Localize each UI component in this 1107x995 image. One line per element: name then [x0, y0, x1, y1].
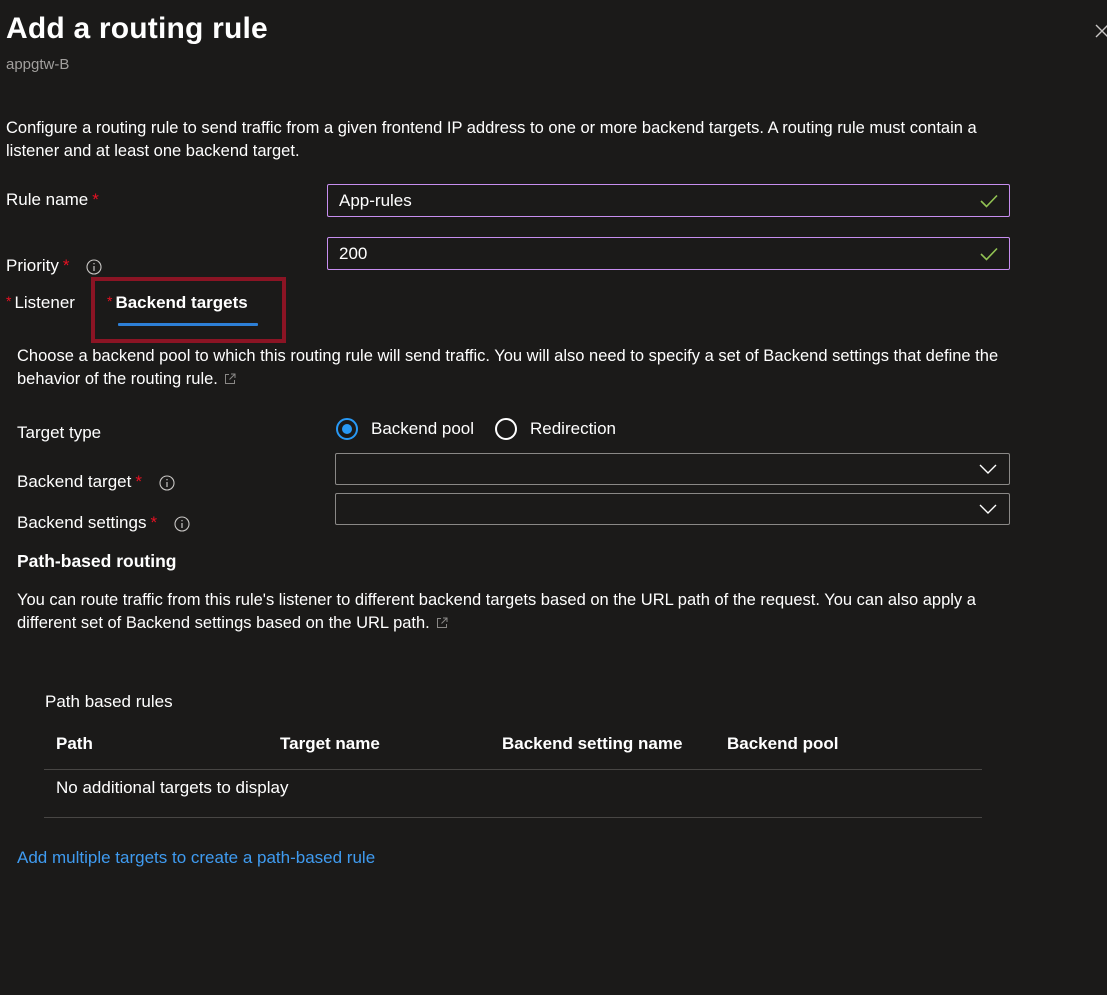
required-asterisk: *: [6, 293, 12, 309]
radio-redirection[interactable]: Redirection: [495, 418, 616, 440]
intro-description: Configure a routing rule to send traffic…: [6, 119, 977, 160]
backend-settings-dropdown[interactable]: [335, 493, 1010, 525]
rule-name-input[interactable]: App-rules: [327, 184, 1010, 217]
page-subtitle: appgtw-B: [6, 56, 70, 73]
column-header-backend-pool: Backend pool: [727, 734, 839, 753]
radio-backend-pool[interactable]: Backend pool: [336, 418, 474, 440]
table-divider: [44, 769, 982, 770]
page-title: Add a routing rule: [6, 12, 268, 45]
tab-listener[interactable]: * Listener: [6, 293, 75, 313]
required-asterisk: *: [150, 513, 158, 532]
chevron-down-icon: [979, 504, 997, 514]
info-icon[interactable]: [174, 515, 190, 532]
radio-unselected-indicator[interactable]: [495, 418, 517, 440]
info-icon[interactable]: [86, 258, 102, 275]
table-empty-message: No additional targets to display: [56, 778, 289, 797]
backend-description: Choose a backend pool to which this rout…: [17, 347, 999, 388]
priority-label: Priority *: [6, 256, 102, 276]
path-routing-heading: Path-based routing: [17, 551, 177, 571]
rule-name-label: Rule name *: [6, 190, 99, 209]
required-asterisk: *: [135, 472, 142, 491]
backend-settings-label: Backend settings *: [17, 513, 190, 533]
radio-selected-indicator[interactable]: [336, 418, 358, 440]
selected-tab-indicator: [118, 323, 258, 326]
checkmark-icon: [980, 194, 998, 208]
column-header-target-name: Target name: [280, 734, 380, 753]
required-asterisk: *: [107, 293, 113, 309]
backend-target-label: Backend target *: [17, 472, 175, 492]
external-link-icon[interactable]: [224, 373, 236, 385]
table-divider: [44, 817, 982, 818]
rule-name-value[interactable]: App-rules: [339, 191, 980, 211]
path-routing-description: You can route traffic from this rule's l…: [17, 591, 976, 632]
required-asterisk: *: [62, 256, 70, 275]
external-link-icon[interactable]: [436, 617, 448, 629]
path-rules-title: Path based rules: [45, 692, 173, 711]
info-icon[interactable]: [159, 474, 175, 491]
column-header-backend-setting-name: Backend setting name: [502, 734, 683, 753]
close-icon[interactable]: [1094, 22, 1107, 40]
add-multiple-targets-link[interactable]: Add multiple targets to create a path-ba…: [17, 848, 375, 868]
column-header-path: Path: [56, 734, 93, 753]
chevron-down-icon: [979, 464, 997, 474]
priority-input[interactable]: 200: [327, 237, 1010, 270]
priority-value[interactable]: 200: [339, 244, 980, 264]
target-type-label: Target type: [17, 423, 102, 442]
required-asterisk: *: [92, 190, 99, 209]
tab-backend-targets[interactable]: * Backend targets: [107, 293, 248, 313]
backend-target-dropdown[interactable]: [335, 453, 1010, 485]
checkmark-icon: [980, 247, 998, 261]
